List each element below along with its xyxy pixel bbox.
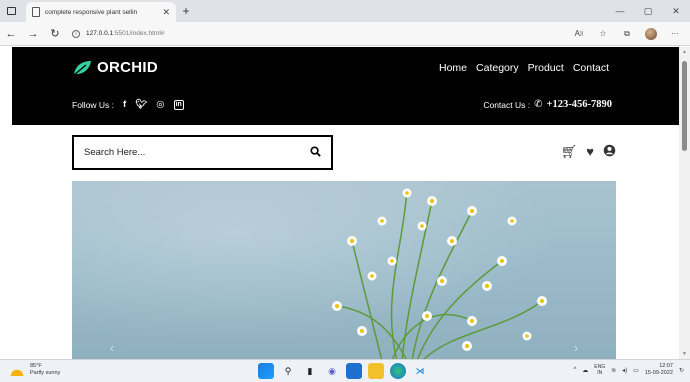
onedrive-icon[interactable]: ☁ (582, 367, 588, 374)
follow-label: Follow Us : (72, 99, 115, 110)
region-code: IN (597, 370, 603, 376)
chat-icon[interactable]: ◉ (324, 363, 340, 379)
profile-avatar[interactable] (645, 27, 657, 40)
user-icon[interactable] (603, 144, 616, 160)
forward-icon[interactable]: → (22, 22, 44, 46)
browser-tab[interactable]: complete responsive plant sellin ✕ (26, 2, 176, 22)
url-host: 127.0.0.1 (86, 30, 114, 37)
slider-next-icon[interactable]: › (574, 341, 578, 355)
cart-icon[interactable]: 🛒︎ (561, 144, 578, 160)
nav-contact[interactable]: Contact (573, 62, 609, 74)
search-box[interactable] (72, 135, 333, 170)
tab-strip: complete responsive plant sellin ✕ + — ▢… (0, 0, 690, 22)
file-explorer-icon[interactable] (368, 363, 384, 379)
instagram-icon[interactable]: ◎ (156, 99, 164, 110)
page-icon (32, 7, 40, 17)
url-path: :5501/index.html# (113, 30, 165, 37)
start-icon[interactable] (258, 363, 274, 379)
nav-home[interactable]: Home (439, 62, 467, 74)
notification-icon[interactable]: ↻ (679, 367, 684, 374)
refresh-icon[interactable]: ↻ (44, 22, 66, 46)
phone-number[interactable]: +123-456-7890 (547, 99, 612, 110)
weather-widget[interactable]: 85°F Partly sunny (8, 363, 60, 376)
collections-icon[interactable]: ⧉ (616, 23, 638, 45)
user-tools: 🛒︎ ♥ (561, 144, 616, 160)
minimize-icon[interactable]: — (606, 0, 634, 22)
battery-icon[interactable]: ▭ (633, 367, 639, 374)
hero-banner: ‹ › (72, 181, 616, 359)
clock[interactable]: 12:07 15-09-2022 (645, 363, 673, 377)
volume-icon[interactable]: ◂) (622, 367, 627, 374)
heart-icon[interactable]: ♥ (586, 144, 594, 160)
phone-icon: ✆ (534, 99, 543, 110)
new-tab-button[interactable]: + (176, 0, 196, 22)
twitter-icon[interactable]: 🐦︎ (135, 99, 147, 110)
slider-prev-icon[interactable]: ‹ (110, 341, 114, 355)
wifi-icon[interactable]: ≋ (611, 367, 616, 374)
browser-tools: A)) ☆ ⧉ ··· (568, 23, 690, 45)
facebook-icon[interactable]: f (123, 99, 126, 110)
nav-product[interactable]: Product (528, 62, 564, 74)
read-aloud-icon[interactable]: A)) (568, 23, 590, 45)
page-viewport: ORCHID Home Category Product Contact Fol… (0, 47, 690, 359)
leaf-icon (73, 60, 91, 76)
nav-category[interactable]: Category (476, 62, 519, 74)
flower-image (332, 188, 547, 359)
close-window-icon[interactable]: ✕ (662, 0, 690, 22)
scrollbar-thumb[interactable] (682, 61, 687, 151)
edge-icon[interactable] (390, 363, 406, 379)
show-hidden-icon[interactable]: ^ (573, 367, 576, 373)
search-row: 🛒︎ ♥ (72, 135, 616, 171)
system-tray: ^ ☁ ENG IN ≋ ◂) ▭ 12:07 15-09-2022 ↻ (573, 363, 684, 377)
store-icon[interactable] (346, 363, 362, 379)
back-icon[interactable]: ← (0, 22, 22, 46)
tab-actions-icon (6, 7, 16, 15)
address-bar: ← → ↻ i 127.0.0.1:5501/index.html# A)) ☆… (0, 22, 690, 46)
scroll-up-icon[interactable]: ▲ (679, 47, 690, 57)
window-controls: — ▢ ✕ (606, 0, 690, 22)
site-logo[interactable]: ORCHID (72, 59, 158, 76)
browser-window: complete responsive plant sellin ✕ + — ▢… (0, 0, 690, 382)
main-nav: Home Category Product Contact (439, 62, 609, 74)
tab-actions-button[interactable] (0, 0, 22, 22)
logo-text: ORCHID (97, 59, 158, 76)
info-icon[interactable]: i (72, 29, 80, 38)
restore-icon[interactable]: ▢ (634, 0, 662, 22)
taskbar-apps: ⚲ ▮ ◉ ⋊ (258, 363, 428, 379)
weather-text: Partly sunny (30, 369, 61, 376)
weather-icon (8, 363, 26, 376)
url-field[interactable]: i 127.0.0.1:5501/index.html# (72, 25, 568, 43)
search-input[interactable] (84, 147, 310, 158)
clock-date: 15-09-2022 (644, 370, 673, 376)
taskbar: 85°F Partly sunny ⚲ ▮ ◉ ⋊ ^ ☁ ENG IN ≋ ◂… (0, 359, 690, 382)
linkedin-icon[interactable]: in (173, 99, 184, 110)
task-view-icon[interactable]: ▮ (302, 363, 318, 379)
site-header: ORCHID Home Category Product Contact Fol… (12, 47, 679, 125)
scroll-down-icon[interactable]: ▼ (679, 349, 690, 359)
contact-label: Contact Us : (483, 99, 531, 110)
search-taskbar-icon[interactable]: ⚲ (280, 363, 296, 379)
clock-time: 12:07 (659, 363, 673, 369)
more-menu-icon[interactable]: ··· (664, 23, 686, 45)
language-indicator[interactable]: ENG IN (594, 364, 605, 376)
follow-us: Follow Us : f 🐦︎ ◎ in (72, 99, 184, 110)
page-scrollbar[interactable]: ▲ ▼ (679, 47, 690, 359)
tab-title: complete responsive plant sellin (45, 8, 138, 16)
vscode-icon[interactable]: ⋊ (412, 363, 428, 379)
favorite-star-icon[interactable]: ☆ (592, 23, 614, 45)
search-icon[interactable] (310, 145, 321, 160)
close-tab-icon[interactable]: ✕ (162, 7, 170, 18)
contact-us: Contact Us : ✆ +123-456-7890 (483, 99, 612, 110)
